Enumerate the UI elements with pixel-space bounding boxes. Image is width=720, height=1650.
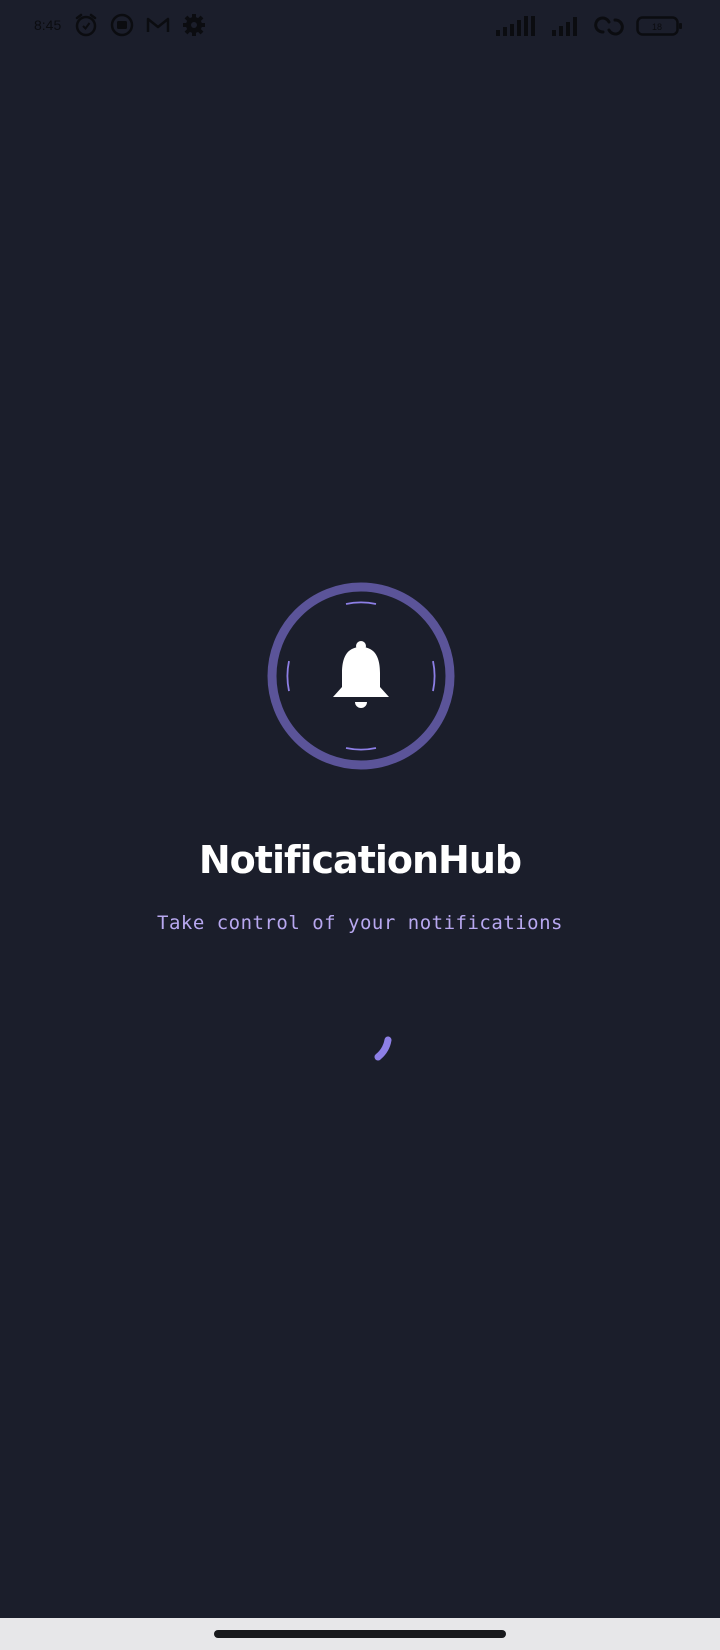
loading-spinner-icon: [374, 1036, 392, 1061]
app-tagline: Take control of your notifications: [157, 912, 563, 934]
home-indicator[interactable]: [214, 1630, 506, 1638]
bell-icon: [333, 641, 389, 708]
splash-screen: NotificationHub Take control of your not…: [0, 0, 720, 1650]
app-logo: [267, 582, 455, 770]
app-title: NotificationHub: [198, 838, 522, 882]
navigation-bar: [0, 1618, 720, 1650]
